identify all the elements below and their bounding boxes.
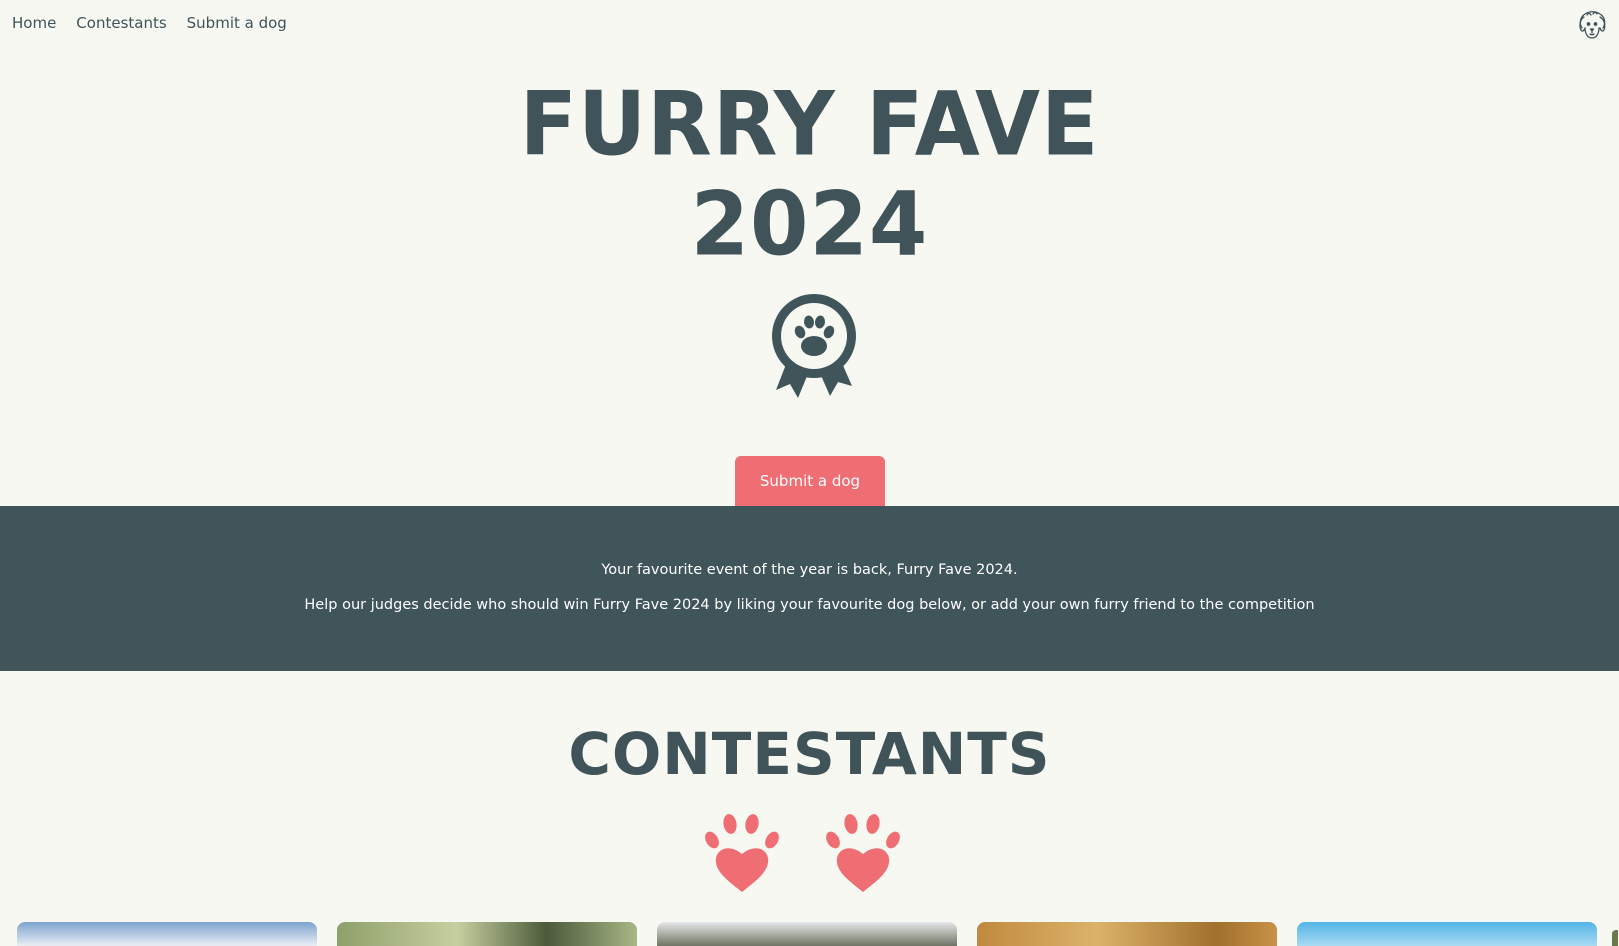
contestants-title: CONTESTANTS	[568, 720, 1051, 788]
intro-line-1: Your favourite event of the year is back…	[601, 562, 1018, 578]
intro-band: Your favourite event of the year is back…	[0, 506, 1619, 671]
intro-line-2: Help our judges decide who should win Fu…	[304, 597, 1315, 613]
submit-dog-button[interactable]: Submit a dog	[735, 456, 885, 506]
contestant-card[interactable]	[337, 922, 637, 946]
contestant-cards	[17, 922, 1597, 946]
paw-rosette-icon	[772, 294, 856, 398]
paw-heart-icon	[826, 814, 900, 892]
contestant-card[interactable]	[1297, 922, 1597, 946]
nav-link-home[interactable]: Home	[12, 14, 56, 32]
page: Home Contestants Submit a dog FURRY FAVE…	[0, 0, 1619, 946]
contestant-card[interactable]	[657, 922, 957, 946]
top-nav: Home Contestants Submit a dog	[0, 0, 1619, 50]
hero-title-line2: 2024	[690, 172, 929, 276]
contestant-card-partial[interactable]	[1612, 930, 1618, 946]
nav-links: Home Contestants Submit a dog	[12, 14, 287, 32]
hero-title: FURRY FAVE 2024	[0, 72, 1619, 276]
contestant-card[interactable]	[977, 922, 1277, 946]
nav-link-contestants[interactable]: Contestants	[76, 14, 166, 32]
paw-heart-icons	[705, 814, 900, 892]
dog-face-icon[interactable]	[1575, 8, 1609, 42]
nav-link-submit[interactable]: Submit a dog	[187, 14, 287, 32]
paw-heart-icon	[705, 814, 779, 892]
contestant-card[interactable]	[17, 922, 317, 946]
hero-title-line1: FURRY FAVE	[519, 72, 1100, 176]
